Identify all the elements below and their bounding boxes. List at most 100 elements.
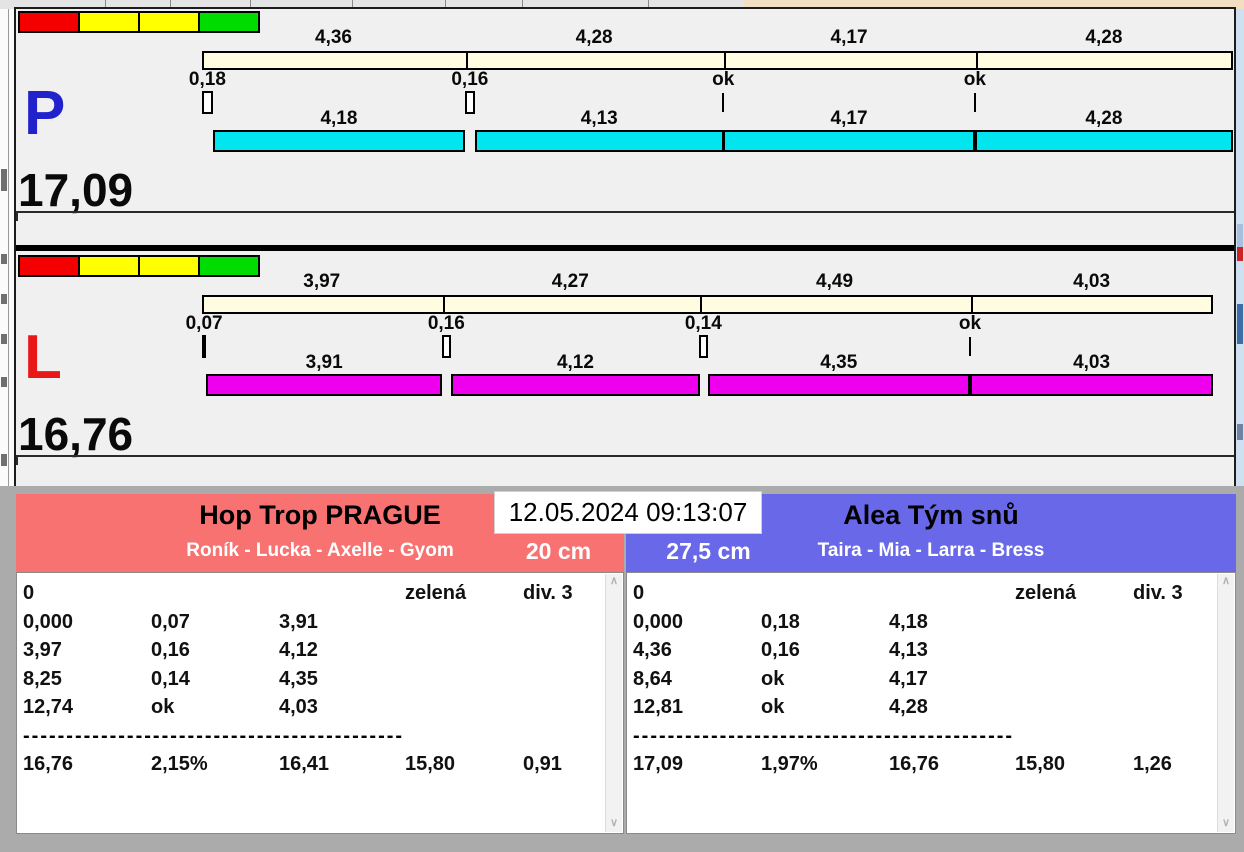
marker-label: 0,07 (164, 314, 244, 334)
table-cell: 0,16 (151, 639, 190, 662)
table-cell: 4,18 (889, 611, 928, 634)
table-cell: div. 3 (523, 582, 573, 605)
table-row: 0zelenádiv. 3 (627, 582, 1235, 608)
run-segment (213, 130, 465, 152)
table-cell: 4,12 (279, 639, 318, 662)
marker-label: 0,16 (406, 314, 486, 334)
split-time-label: 4,17 (723, 28, 975, 48)
pause-marker (202, 91, 213, 114)
table-cell: 2,15% (151, 753, 208, 776)
window-fragment (1, 169, 7, 191)
status-square (138, 255, 200, 277)
table-cell: ok (761, 696, 784, 719)
split-separator (466, 53, 468, 68)
split-separator (724, 53, 726, 68)
window-edge-line (8, 9, 9, 486)
lane-baseline (16, 455, 1234, 457)
table-cell: 0,07 (151, 611, 190, 634)
table-cell: ok (151, 696, 174, 719)
table-row: 12,74ok4,03 (17, 696, 623, 722)
table-cell: 4,03 (279, 696, 318, 719)
marker-label: 0,14 (663, 314, 743, 334)
lane-total-time: 16,76 (18, 411, 133, 457)
table-cell: 4,17 (889, 668, 928, 691)
pause-marker (442, 335, 452, 358)
run-segment (451, 374, 700, 396)
table-cell: 0,16 (761, 639, 800, 662)
table-cell: zelená (405, 582, 466, 605)
table-row: 0,0000,184,18 (627, 611, 1235, 637)
score-panel-right: Alea Tým snů Taira - Mia - Larra - Bress… (626, 494, 1236, 834)
rope-height-label: 20 cm (496, 538, 621, 565)
table-cell: 15,80 (405, 753, 455, 776)
table-cell: 1,26 (1133, 753, 1172, 776)
split-time-label: 4,03 (970, 272, 1213, 292)
scroll-down-icon[interactable]: ∨ (1218, 816, 1234, 832)
table-cell: 0,91 (523, 753, 562, 776)
run-time-label: 4,13 (475, 109, 724, 129)
table-row: 12,81 ok 4,28 (627, 696, 1235, 722)
window-fragment (1237, 304, 1243, 344)
window-fragment (1, 254, 7, 264)
run-segment (206, 374, 442, 396)
status-square (18, 255, 80, 277)
window-fragment (1, 334, 7, 344)
table-cell: 16,41 (279, 753, 329, 776)
lane-total-time: 17,09 (18, 167, 133, 213)
split-time-label: 4,28 (975, 28, 1233, 48)
window-fragment (1237, 247, 1243, 261)
window-fragment (1237, 424, 1243, 440)
window-fragment (1, 454, 7, 466)
rope-height-label: 27,5 cm (646, 538, 771, 565)
table-cell: 8,25 (23, 668, 62, 691)
scoreboard-section: Hop Trop PRAGUE Roník - Lucka - Axelle -… (0, 486, 1244, 852)
results-table: ∧ ∨ 0zelenádiv. 30,0000,184,184,360,164,… (626, 572, 1236, 834)
run-time-label: 3,91 (206, 353, 442, 373)
table-cell: 4,35 (279, 668, 318, 691)
run-segment (970, 374, 1213, 396)
table-separator: ----------------------------------------… (633, 725, 1123, 748)
table-cell: 4,13 (889, 639, 928, 662)
table-cell: 16,76 (889, 753, 939, 776)
status-square (78, 11, 140, 33)
table-separator: ----------------------------------------… (23, 725, 513, 748)
table-cell: 0,18 (761, 611, 800, 634)
scroll-down-icon[interactable]: ∨ (606, 816, 622, 832)
marker-label: 0,16 (430, 70, 510, 90)
table-row: 4,360,164,13 (627, 639, 1235, 665)
table-row: 0 zelená div. 3 (17, 582, 623, 608)
split-separator (700, 297, 702, 312)
split-total-bar (202, 51, 1233, 70)
split-time-label: 4,49 (699, 272, 970, 292)
run-time-label: 4,03 (970, 353, 1213, 373)
table-totals-row: 16,76 2,15% 16,41 15,80 0,91 (17, 753, 623, 779)
run-time-label: 4,35 (708, 353, 970, 373)
table-cell: 12,81 (633, 696, 683, 719)
status-square (138, 11, 200, 33)
window-fragment (1, 377, 7, 387)
table-row: 8,64ok4,17 (627, 668, 1235, 694)
split-time-label: 4,28 (465, 28, 723, 48)
lane-divider (16, 245, 1234, 251)
status-square (18, 11, 80, 33)
table-row: 0,0000,073,91 (17, 611, 623, 637)
lane-baseline-tick (16, 213, 18, 221)
table-cell: 0 (23, 582, 34, 605)
table-cell: ok (761, 668, 784, 691)
split-separator (976, 53, 978, 68)
table-cell: 17,09 (633, 753, 683, 776)
run-segment (975, 130, 1233, 152)
pause-marker (699, 335, 707, 358)
status-square (78, 255, 140, 277)
table-cell: 16,76 (23, 753, 73, 776)
split-time-label: 4,36 (202, 28, 465, 48)
marker-label: ok (935, 70, 1015, 90)
lane-letter: L (24, 327, 62, 389)
table-cell: 4,28 (889, 696, 928, 719)
table-cell: 0,000 (23, 611, 73, 634)
run-time-label: 4,28 (975, 109, 1233, 129)
lane-P: P 17,09 4,364,284,174,280,184,180,164,13… (16, 9, 1234, 243)
app-screen: P 17,09 4,364,284,174,280,184,180,164,13… (0, 0, 1244, 852)
split-separator (443, 297, 445, 312)
results-table: ∧ ∨ 0zelenádiv. 30,0000,073,913,970,164,… (16, 572, 624, 834)
